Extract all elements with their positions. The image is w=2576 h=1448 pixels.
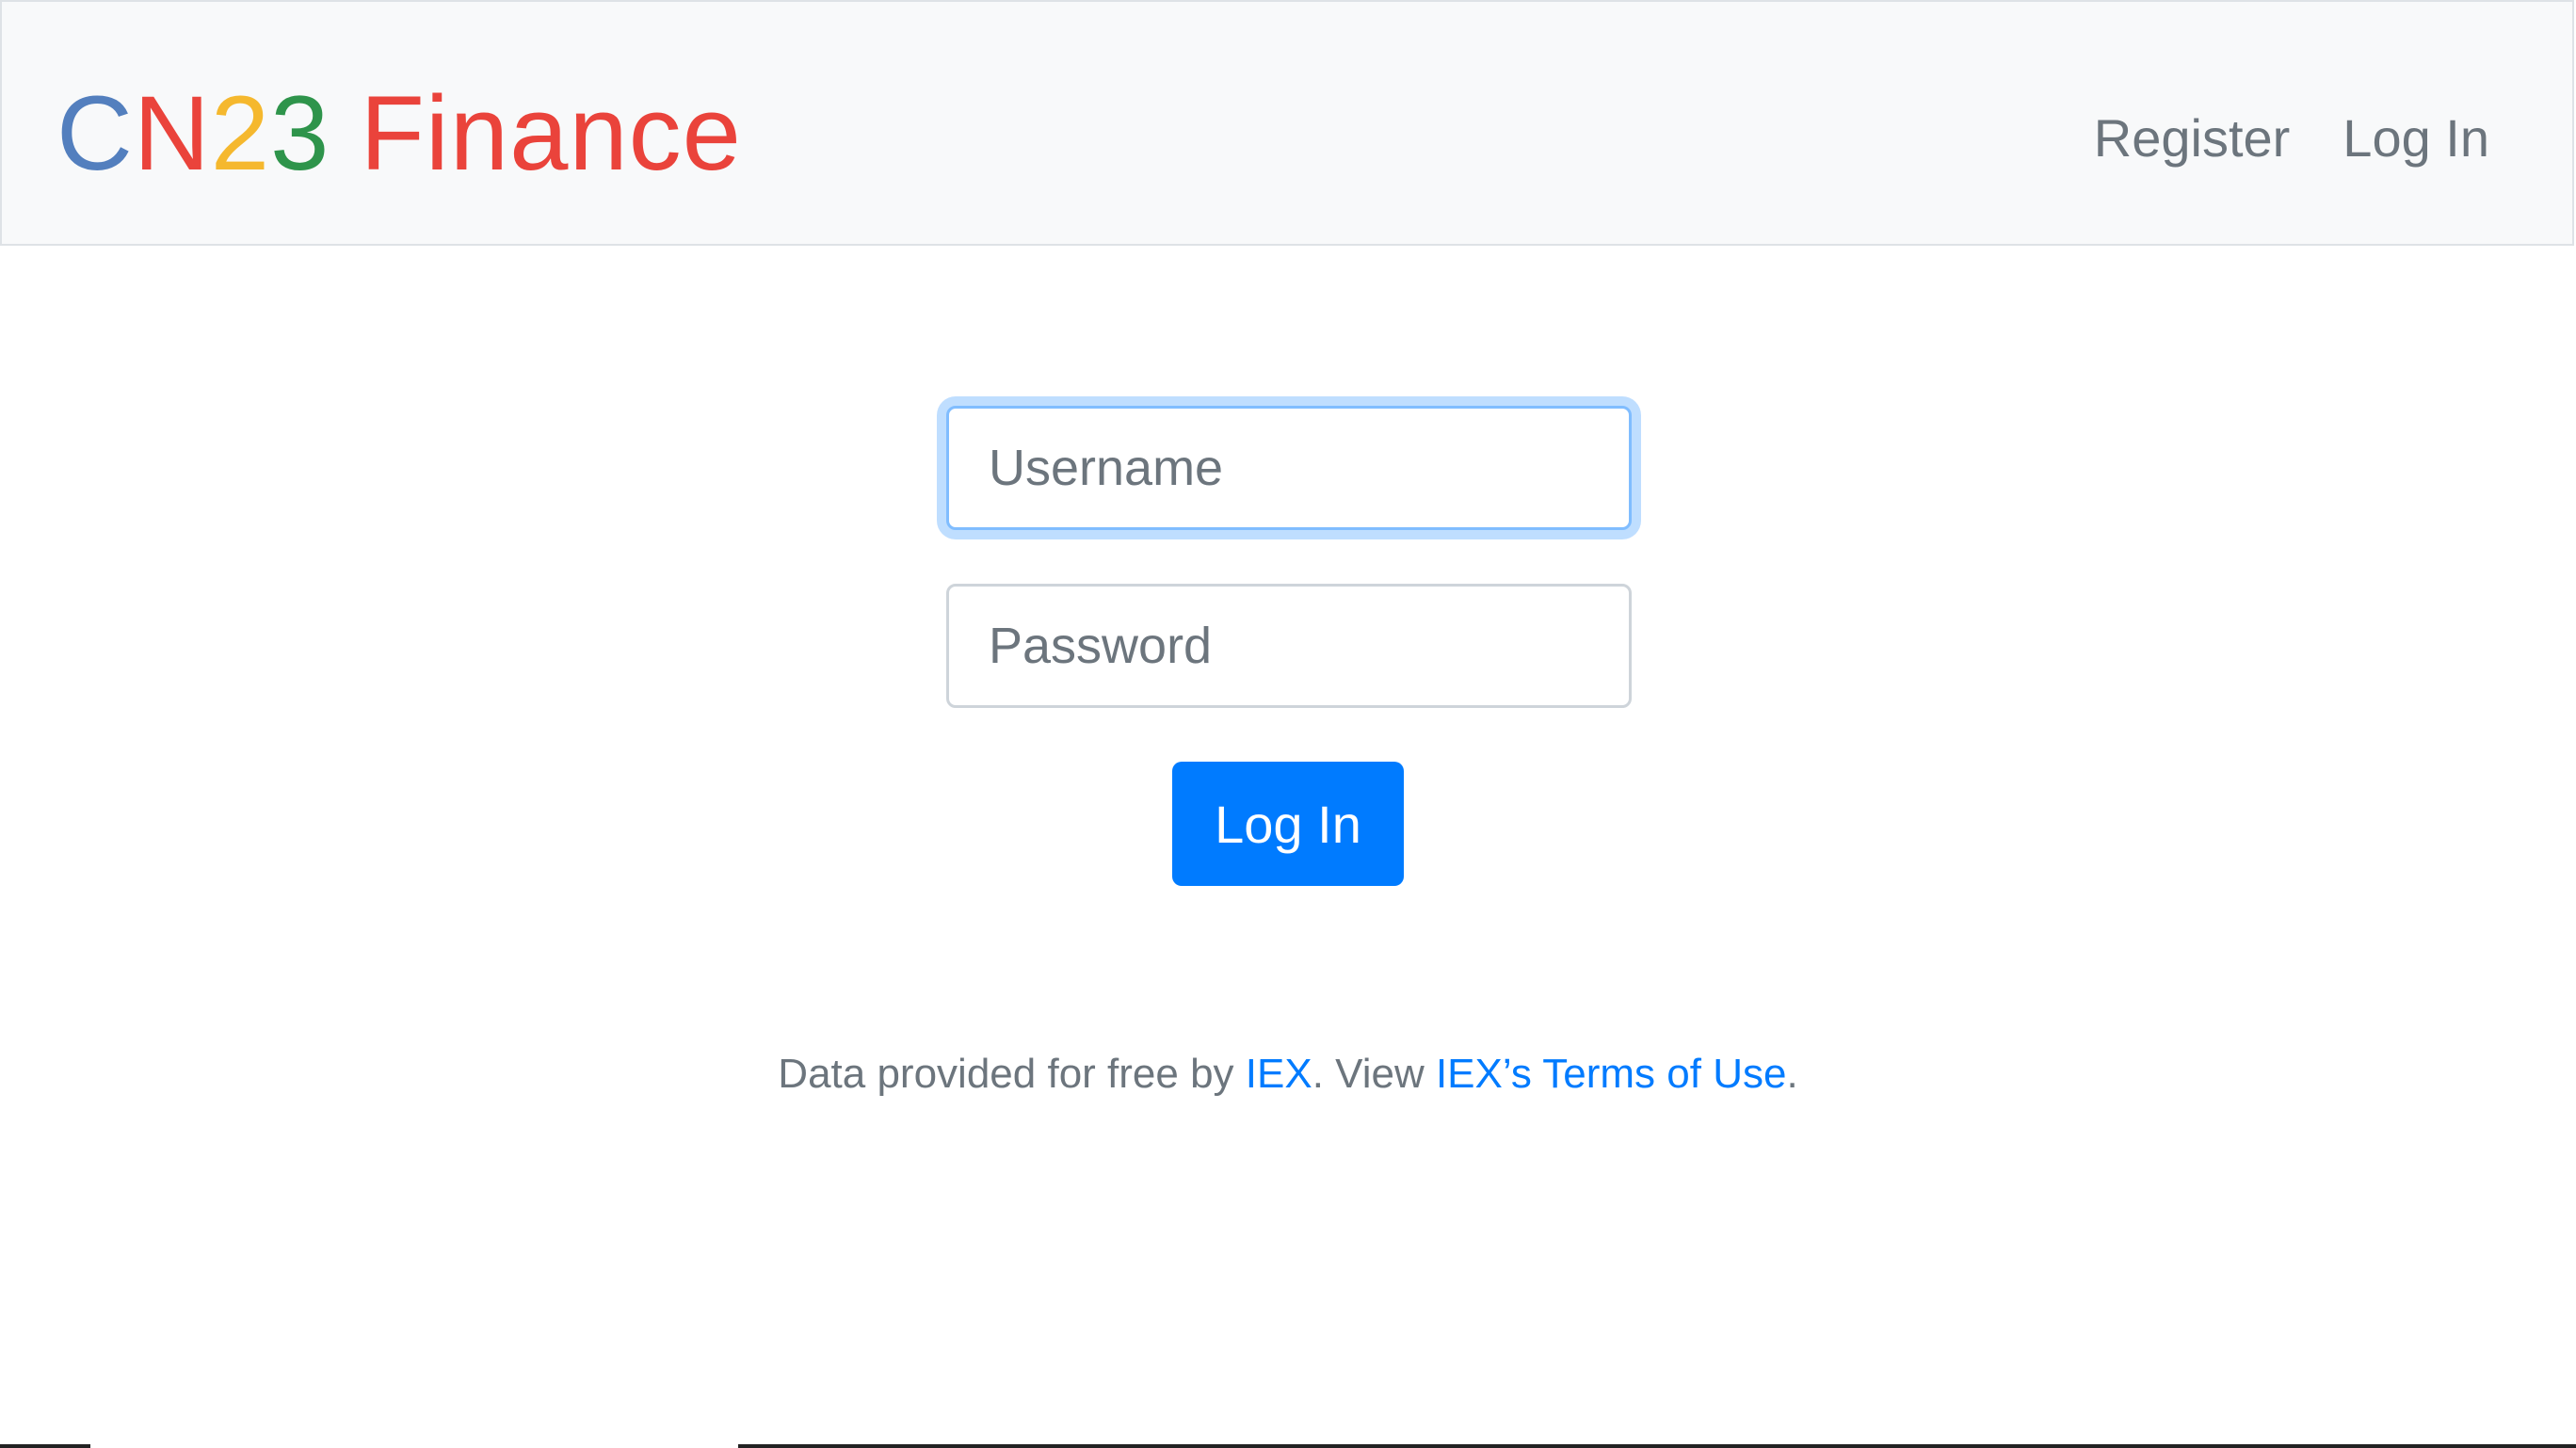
footer: Data provided for free by IEX. View IEX’… bbox=[0, 1046, 2576, 1102]
iex-terms-link[interactable]: IEX’s Terms of Use bbox=[1436, 1051, 1787, 1097]
brand-word-finance: Finance bbox=[330, 74, 742, 192]
brand-letter-3: 3 bbox=[270, 74, 330, 192]
brand-logo-link[interactable]: CN23 Finance bbox=[56, 68, 742, 200]
footer-middle-text: . View bbox=[1312, 1051, 1436, 1097]
brand-letter-2: 2 bbox=[210, 74, 271, 192]
brand-letter-n: N bbox=[133, 74, 211, 192]
window-edge-segment bbox=[0, 1444, 90, 1448]
footer-suffix-text: . bbox=[1786, 1051, 1798, 1097]
window-edge-segment bbox=[738, 1444, 2576, 1448]
login-link[interactable]: Log In bbox=[2343, 105, 2489, 171]
main-content: Log In Data provided for free by IEX. Vi… bbox=[0, 246, 2576, 1448]
iex-link[interactable]: IEX bbox=[1246, 1051, 1312, 1097]
login-button[interactable]: Log In bbox=[1172, 762, 1404, 886]
nav-links: Register Log In bbox=[2094, 105, 2489, 171]
navbar: CN23 Finance Register Log In bbox=[0, 0, 2574, 246]
username-input[interactable] bbox=[946, 406, 1632, 530]
footer-prefix-text: Data provided for free by bbox=[778, 1051, 1246, 1097]
register-link[interactable]: Register bbox=[2094, 105, 2291, 171]
password-input[interactable] bbox=[946, 584, 1632, 708]
brand-letter-c: C bbox=[56, 74, 134, 192]
